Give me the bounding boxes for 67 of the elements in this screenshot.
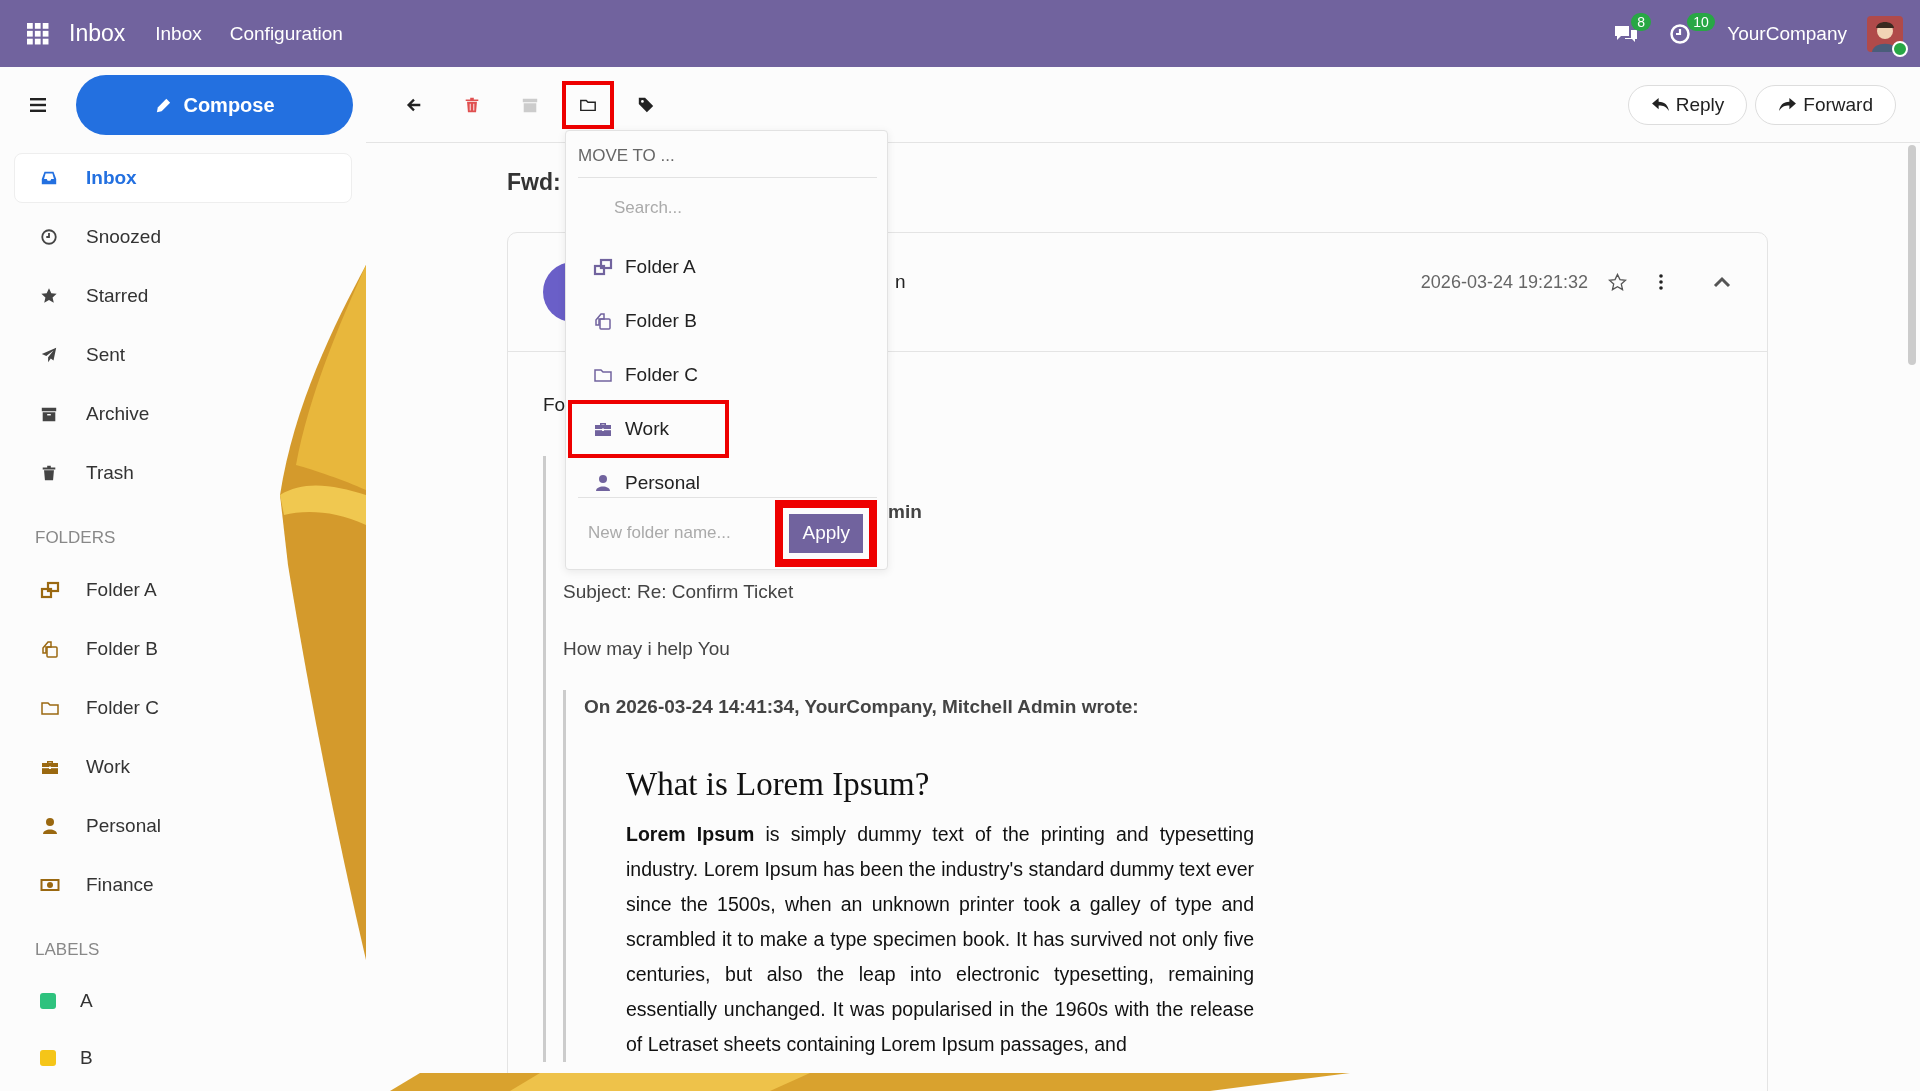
archive-box-icon — [40, 405, 58, 423]
folder-item[interactable]: Folder C — [14, 683, 266, 733]
forward-button[interactable]: Forward — [1755, 84, 1896, 125]
clock-icon — [40, 228, 58, 246]
article-heading: What is Lorem Ipsum? — [626, 766, 931, 803]
trash-icon — [463, 95, 481, 114]
section-heading: LABELS — [34, 940, 101, 960]
scrollbar-thumb[interactable] — [1908, 145, 1916, 365]
menu-title: MOVE TO ... — [578, 143, 877, 178]
avatar-icon[interactable] — [1867, 15, 1903, 52]
label-item[interactable]: B — [14, 1034, 266, 1082]
nav-item[interactable]: Archive — [14, 389, 266, 439]
quote-header: On 2026-03-24 14:41:34, YourCompany, Mitchell Admin wrote: — [584, 695, 1140, 718]
person-icon — [40, 816, 60, 836]
nav-item[interactable]: Trash — [14, 448, 266, 498]
nav-item[interactable]: Snoozed — [14, 212, 266, 262]
copy-icon — [40, 639, 60, 659]
notification-badge: 8 — [1631, 12, 1652, 31]
tag-icon — [637, 95, 655, 114]
folder-item[interactable]: Work — [14, 742, 266, 792]
apps-grid-icon[interactable] — [27, 22, 49, 45]
notification-badge: 10 — [1687, 12, 1715, 31]
inbox-tray-icon — [40, 169, 58, 187]
search-field[interactable]: Search... — [578, 192, 877, 224]
folder-option[interactable]: Folder C — [572, 350, 754, 400]
folder-item[interactable]: Finance — [14, 860, 266, 910]
label-item[interactable]: A — [14, 977, 266, 1025]
company-name[interactable]: YourCompany — [1727, 22, 1847, 45]
collapse-chevron-icon[interactable] — [1713, 276, 1731, 288]
star-icon — [40, 287, 58, 305]
paper-plane-icon — [40, 346, 58, 364]
article-paragraph: Lorem Ipsum is simply dummy text of the printing and typesetting industry. Lorem Ipsum has been the industry's standard dummy text ever since the 1500s, when an unknown printer took a galley of type and scrambled it to make a type specimen book. It has survived not only five centuries, but also the leap into electronic typesetting, remaining essentially unchanged. It was popularised in the 1960s with the release of Letraset sheets containing Lorem Ipsum passages, and — [626, 822, 1254, 1057]
overlapping-squares-icon — [593, 257, 613, 277]
forward-arrow-icon — [1778, 97, 1798, 112]
more-options-icon[interactable] — [1659, 274, 1663, 290]
folder-item[interactable]: Personal — [14, 801, 266, 851]
menu-item[interactable]: Inbox — [155, 22, 202, 45]
nav-item[interactable]: Starred — [14, 271, 266, 321]
nav-item[interactable]: Inbox — [14, 153, 352, 203]
sender-name: n — [895, 271, 906, 293]
reply-button[interactable]: Reply — [1627, 84, 1748, 125]
menu-icon[interactable] — [30, 98, 46, 112]
body-text: Fo — [543, 394, 567, 417]
trash-icon — [40, 464, 58, 482]
section-heading: FOLDERS — [34, 528, 117, 548]
folder-item[interactable]: Folder B — [14, 624, 266, 674]
folder-option[interactable]: Personal — [572, 458, 756, 497]
quoted-sender-name: min — [888, 500, 922, 523]
nav-item[interactable]: Sent — [14, 330, 266, 380]
compose-button[interactable]: Compose — [76, 75, 353, 135]
new-folder-field[interactable]: New folder name... — [578, 517, 770, 549]
star-icon[interactable] — [1608, 272, 1627, 292]
reply-text: How may i help You — [563, 638, 731, 660]
folder-option[interactable]: Folder A — [572, 242, 752, 292]
email-subject: Fwd: — [507, 169, 562, 197]
subject-line: Subject: Re: Confirm Ticket — [563, 580, 795, 604]
overlapping-squares-icon — [40, 580, 60, 600]
reply-arrow-icon — [1650, 97, 1670, 112]
menu-item[interactable]: Configuration — [229, 22, 343, 45]
folder-option[interactable]: Folder B — [572, 296, 753, 346]
person-icon — [593, 473, 613, 493]
app-name[interactable]: Inbox — [69, 20, 126, 47]
message-date: 2026-03-24 19:21:32 — [1420, 271, 1588, 293]
folder-item[interactable]: Folder A — [14, 565, 266, 615]
folder-option[interactable]: Work — [572, 404, 725, 454]
copy-icon — [593, 311, 613, 331]
clock-icon[interactable] — [1669, 22, 1692, 45]
